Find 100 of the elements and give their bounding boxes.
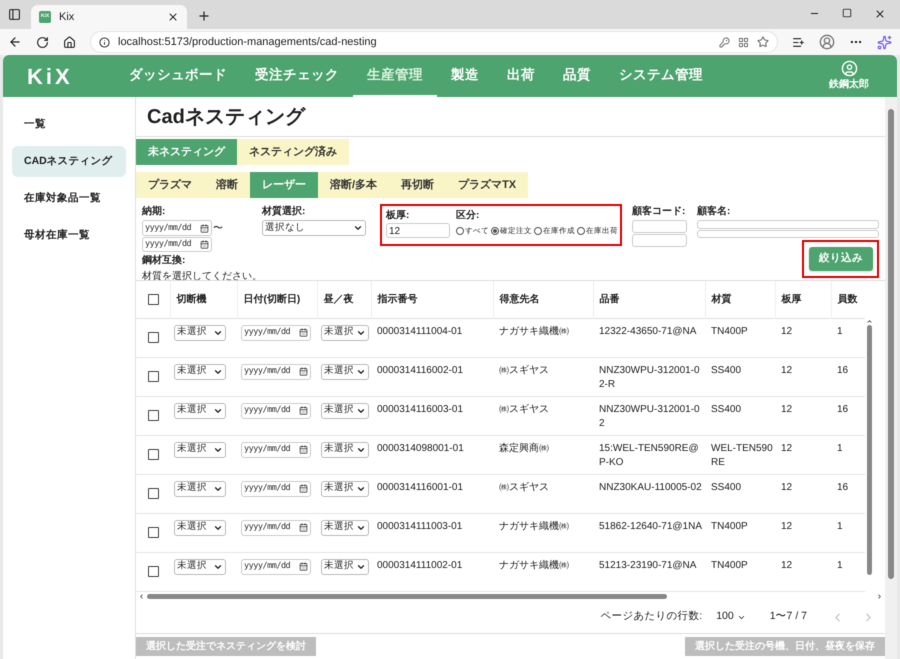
shift-select[interactable]: 未選択 — [321, 442, 369, 458]
table-cell-text: 12 — [781, 324, 794, 338]
date-field[interactable]: yyyy/mm/dd — [241, 402, 311, 418]
close-icon[interactable] — [874, 8, 886, 20]
calendar-icon — [200, 240, 209, 249]
tab[interactable]: 溶断/多本 — [318, 172, 390, 198]
shift-select[interactable]: 未選択 — [321, 402, 369, 418]
thickness-field[interactable]: 12 — [386, 223, 450, 238]
shift-select[interactable]: 未選択 — [321, 558, 369, 574]
column-header[interactable]: 得意先名 — [500, 294, 540, 305]
radio-button[interactable] — [577, 226, 585, 234]
row-checkbox[interactable] — [148, 370, 159, 382]
rows-per-page-select[interactable]: 100 — [716, 609, 746, 625]
scroll-up-icon[interactable] — [866, 318, 872, 325]
profile-icon[interactable] — [819, 34, 835, 50]
shift-select[interactable]: 未選択 — [321, 364, 369, 380]
machine-select[interactable]: 未選択 — [174, 558, 226, 574]
sidebar-item[interactable]: 母材在庫一覧 — [12, 220, 126, 251]
column-header[interactable]: 切断機 — [176, 294, 206, 305]
maximize-icon[interactable] — [842, 8, 852, 18]
machine-select[interactable]: 未選択 — [174, 520, 226, 536]
range-separator: 〜 — [213, 222, 223, 236]
reload-icon[interactable] — [36, 36, 49, 48]
tab[interactable]: 再切断 — [389, 172, 446, 198]
key-icon[interactable] — [719, 36, 730, 48]
column-header[interactable]: 品番 — [600, 294, 620, 305]
sidebar-item[interactable]: 在庫対象品一覧 — [12, 183, 126, 214]
sparkle-icon[interactable] — [877, 34, 892, 50]
tab[interactable]: 溶断 — [204, 172, 250, 198]
favorites-icon[interactable] — [792, 36, 805, 48]
table-cell-text: 森定興商㈱ — [499, 442, 550, 456]
grid-icon[interactable] — [738, 36, 749, 48]
material-select[interactable]: 選択なし — [262, 220, 366, 236]
new-tab-icon[interactable] — [197, 9, 211, 23]
table-cell-text: 0000314098001-01 — [377, 442, 465, 456]
date-field[interactable]: yyyy/mm/dd — [241, 520, 311, 536]
shift-select[interactable]: 未選択 — [321, 520, 369, 536]
table-cell: WEL-TEN590RE — [711, 442, 773, 470]
sidebar-toggle-icon[interactable] — [8, 8, 21, 21]
scroll-left-icon[interactable] — [138, 593, 145, 600]
user-icon[interactable] — [840, 60, 858, 77]
select-all-checkbox[interactable] — [148, 294, 159, 305]
home-icon[interactable] — [63, 36, 76, 48]
radio-button[interactable] — [534, 226, 542, 234]
column-header[interactable]: 昼／夜 — [324, 294, 354, 305]
date-field[interactable]: yyyy/mm/dd — [241, 364, 311, 380]
table-cell-text: 12 — [781, 364, 794, 378]
date-field[interactable]: yyyy/mm/dd — [241, 324, 311, 340]
customer-code-field[interactable] — [632, 234, 687, 247]
table-cell-text: 16 — [837, 402, 850, 416]
tab[interactable]: プラズマTX — [446, 172, 528, 198]
date-field[interactable]: yyyy/mm/dd — [241, 480, 311, 496]
machine-select[interactable]: 未選択 — [174, 442, 226, 458]
customer-name-field[interactable] — [697, 230, 879, 238]
calendar-icon — [200, 224, 209, 232]
tab[interactable]: プラズマ — [136, 172, 204, 198]
row-checkbox[interactable] — [148, 526, 159, 538]
machine-select[interactable]: 未選択 — [174, 324, 226, 340]
back-icon[interactable] — [8, 35, 22, 49]
row-checkbox[interactable] — [148, 566, 159, 576]
star-icon[interactable] — [757, 36, 769, 48]
address-bar[interactable]: localhost:5173/production-managements/cad-nesting — [90, 31, 778, 53]
table-cell-text: 1 — [837, 520, 844, 534]
date-from-field[interactable]: yyyy/mm/dd — [142, 220, 212, 236]
machine-select[interactable]: 未選択 — [174, 480, 226, 496]
table-cell-text: 0000314111003-01 — [377, 520, 464, 534]
sidebar-item[interactable]: CADネスティング — [12, 146, 126, 177]
table-cell-text: 0000314111002-01 — [377, 558, 464, 572]
row-checkbox[interactable] — [148, 410, 159, 420]
page-scrollbar[interactable] — [885, 97, 897, 659]
customer-code-field[interactable] — [632, 220, 687, 233]
table-cell: 51862-12640-71@1NA — [599, 520, 703, 534]
sidebar-item[interactable]: 一覧 — [12, 109, 126, 140]
tab[interactable]: ネスティング済み — [237, 139, 349, 165]
row-checkbox[interactable] — [148, 488, 159, 498]
column-header[interactable]: 日付(切断日) — [244, 294, 300, 305]
radio-button[interactable] — [491, 226, 499, 234]
scroll-right-icon[interactable] — [876, 593, 883, 600]
date-to-field[interactable]: yyyy/mm/dd — [142, 237, 212, 252]
column-header[interactable]: 指示番号 — [378, 294, 418, 305]
table-cell-text: SS400 — [711, 480, 742, 494]
machine-select[interactable]: 未選択 — [174, 364, 226, 380]
field-label: 材質選択: — [262, 204, 306, 219]
tab-title: Kix — [59, 10, 76, 25]
column-header[interactable]: 板厚 — [782, 294, 802, 305]
customer-name-field[interactable] — [697, 220, 879, 228]
row-checkbox[interactable] — [148, 332, 159, 342]
column-header[interactable]: 材質 — [712, 294, 732, 305]
shift-select[interactable]: 未選択 — [321, 324, 369, 340]
field-label: 鋼材互換: — [142, 254, 186, 268]
row-checkbox[interactable] — [148, 448, 159, 460]
close-icon[interactable] — [167, 11, 179, 23]
field-label: 顧客名: — [697, 204, 732, 219]
machine-select[interactable]: 未選択 — [174, 402, 226, 418]
table-cell-text: 12 — [781, 558, 794, 572]
column-header[interactable]: 員数 — [838, 294, 858, 305]
date-field[interactable]: yyyy/mm/dd — [241, 558, 311, 574]
shift-select[interactable]: 未選択 — [321, 480, 369, 496]
date-field[interactable]: yyyy/mm/dd — [241, 442, 311, 458]
radio-button[interactable] — [456, 226, 464, 234]
